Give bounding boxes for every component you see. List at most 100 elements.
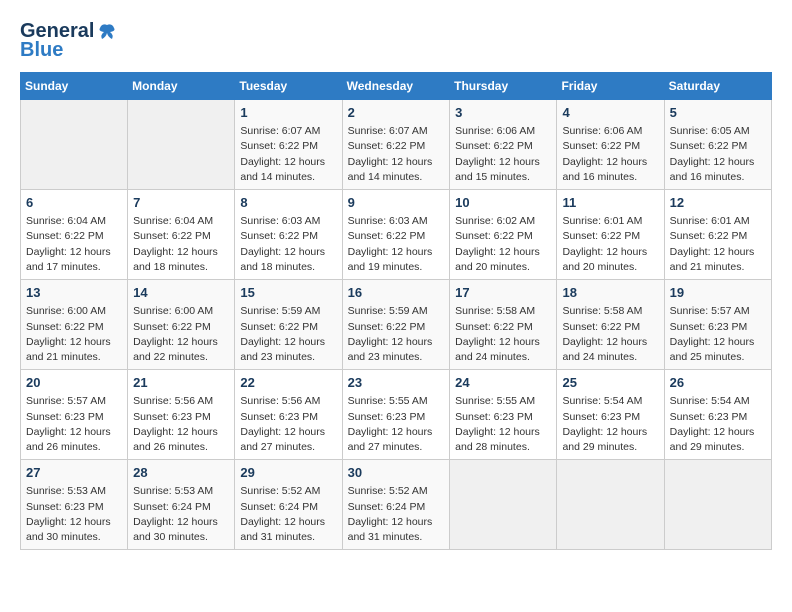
calendar-cell: 24Sunrise: 5:55 AM Sunset: 6:23 PM Dayli… — [450, 370, 557, 460]
day-detail: Sunrise: 5:58 AM Sunset: 6:22 PM Dayligh… — [455, 304, 551, 365]
day-number: 2 — [348, 104, 445, 122]
day-number: 5 — [670, 104, 766, 122]
day-number: 1 — [240, 104, 336, 122]
calendar-cell: 6Sunrise: 6:04 AM Sunset: 6:22 PM Daylig… — [21, 190, 128, 280]
day-of-week-header: Wednesday — [342, 73, 450, 100]
calendar-cell: 5 Sunrise: 6:05 AM Sunset: 6:22 PM Daylig… — [664, 100, 771, 190]
day-detail: Sunrise: 5:52 AM Sunset: 6:24 PM Dayligh… — [240, 484, 336, 545]
day-detail: Sunrise: 6:01 AM Sunset: 6:22 PM Dayligh… — [562, 214, 658, 275]
day-of-week-header: Friday — [557, 73, 664, 100]
day-detail: Sunrise: 6:00 AM Sunset: 6:22 PM Dayligh… — [133, 304, 229, 365]
day-of-week-header: Monday — [128, 73, 235, 100]
day-number: 19 — [670, 284, 766, 302]
calendar-week-row: 13 Sunrise: 6:00 AM Sunset: 6:22 PM Dayli… — [21, 280, 772, 370]
day-number: 20 — [26, 374, 122, 392]
calendar-cell: 15Sunrise: 5:59 AM Sunset: 6:22 PM Dayli… — [235, 280, 342, 370]
calendar-cell: 30 Sunrise: 5:52 AM Sunset: 6:24 PM Dayli… — [342, 460, 450, 550]
day-number: 17 — [455, 284, 551, 302]
day-detail: Sunrise: 6:07 AM Sunset: 6:22 PM Dayligh… — [240, 124, 336, 185]
logo-blue-text: Blue — [20, 39, 63, 62]
day-detail: Sunrise: 5:56 AM Sunset: 6:23 PM Dayligh… — [240, 394, 336, 455]
day-number: 24 — [455, 374, 551, 392]
day-detail: Sunrise: 6:04 AM Sunset: 6:22 PM Dayligh… — [133, 214, 229, 275]
calendar-week-row: 6 Sunrise: 6:04 AM Sunset: 6:22 PM Daylig… — [21, 190, 772, 280]
day-number: 11 — [562, 194, 658, 212]
day-detail: Sunrise: 5:59 AM Sunset: 6:22 PM Dayligh… — [240, 304, 336, 365]
day-detail: Sunrise: 6:00 AM Sunset: 6:22 PM Dayligh… — [26, 304, 122, 365]
calendar-cell: 29 Sunrise: 5:52 AM Sunset: 6:24 PM Dayli… — [235, 460, 342, 550]
day-of-week-header: Saturday — [664, 73, 771, 100]
day-detail: Sunrise: 5:57 AM Sunset: 6:23 PM Dayligh… — [26, 394, 122, 455]
calendar-cell: 2 Sunrise: 6:07 AM Sunset: 6:22 PM Daylig… — [342, 100, 450, 190]
calendar-cell: 8 Sunrise: 6:03 AM Sunset: 6:22 PM Daylig… — [235, 190, 342, 280]
day-number: 12 — [670, 194, 766, 212]
day-number: 27 — [26, 464, 122, 482]
day-detail: Sunrise: 5:57 AM Sunset: 6:23 PM Dayligh… — [670, 304, 766, 365]
calendar-week-row: 1 Sunrise: 6:07 AM Sunset: 6:22 PM Daylig… — [21, 100, 772, 190]
calendar-cell: 7Sunrise: 6:04 AM Sunset: 6:22 PM Daylig… — [128, 190, 235, 280]
logo: General Blue — [20, 20, 118, 62]
calendar-cell: 25Sunrise: 5:54 AM Sunset: 6:23 PM Dayli… — [557, 370, 664, 460]
day-detail: Sunrise: 5:53 AM Sunset: 6:24 PM Dayligh… — [133, 484, 229, 545]
calendar-cell: 17 Sunrise: 5:58 AM Sunset: 6:22 PM Dayli… — [450, 280, 557, 370]
calendar-cell: 20 Sunrise: 5:57 AM Sunset: 6:23 PM Dayli… — [21, 370, 128, 460]
calendar-cell — [21, 100, 128, 190]
calendar-cell: 12 Sunrise: 6:01 AM Sunset: 6:22 PM Dayli… — [664, 190, 771, 280]
day-number: 29 — [240, 464, 336, 482]
day-detail: Sunrise: 5:56 AM Sunset: 6:23 PM Dayligh… — [133, 394, 229, 455]
day-detail: Sunrise: 5:52 AM Sunset: 6:24 PM Dayligh… — [348, 484, 445, 545]
day-of-week-header: Tuesday — [235, 73, 342, 100]
calendar-cell: 27 Sunrise: 5:53 AM Sunset: 6:23 PM Dayli… — [21, 460, 128, 550]
calendar-cell: 10 Sunrise: 6:02 AM Sunset: 6:22 PM Dayli… — [450, 190, 557, 280]
calendar-week-row: 27 Sunrise: 5:53 AM Sunset: 6:23 PM Dayli… — [21, 460, 772, 550]
calendar-cell — [664, 460, 771, 550]
day-number: 10 — [455, 194, 551, 212]
calendar-cell: 16Sunrise: 5:59 AM Sunset: 6:22 PM Dayli… — [342, 280, 450, 370]
calendar-cell: 21 Sunrise: 5:56 AM Sunset: 6:23 PM Dayli… — [128, 370, 235, 460]
day-number: 30 — [348, 464, 445, 482]
day-number: 23 — [348, 374, 445, 392]
day-number: 21 — [133, 374, 229, 392]
day-number: 6 — [26, 194, 122, 212]
day-number: 3 — [455, 104, 551, 122]
day-detail: Sunrise: 6:01 AM Sunset: 6:22 PM Dayligh… — [670, 214, 766, 275]
calendar-cell: 11 Sunrise: 6:01 AM Sunset: 6:22 PM Dayli… — [557, 190, 664, 280]
day-number: 16 — [348, 284, 445, 302]
day-detail: Sunrise: 6:06 AM Sunset: 6:22 PM Dayligh… — [562, 124, 658, 185]
day-detail: Sunrise: 6:06 AM Sunset: 6:22 PM Dayligh… — [455, 124, 551, 185]
calendar-cell: 22 Sunrise: 5:56 AM Sunset: 6:23 PM Dayli… — [235, 370, 342, 460]
day-detail: Sunrise: 6:05 AM Sunset: 6:22 PM Dayligh… — [670, 124, 766, 185]
day-detail: Sunrise: 6:02 AM Sunset: 6:22 PM Dayligh… — [455, 214, 551, 275]
calendar-cell: 18Sunrise: 5:58 AM Sunset: 6:22 PM Dayli… — [557, 280, 664, 370]
calendar-cell: 4 Sunrise: 6:06 AM Sunset: 6:22 PM Daylig… — [557, 100, 664, 190]
day-number: 9 — [348, 194, 445, 212]
day-number: 22 — [240, 374, 336, 392]
calendar-cell: 9 Sunrise: 6:03 AM Sunset: 6:22 PM Daylig… — [342, 190, 450, 280]
calendar-cell: 1 Sunrise: 6:07 AM Sunset: 6:22 PM Daylig… — [235, 100, 342, 190]
day-detail: Sunrise: 5:53 AM Sunset: 6:23 PM Dayligh… — [26, 484, 122, 545]
day-of-week-header: Sunday — [21, 73, 128, 100]
day-number: 8 — [240, 194, 336, 212]
calendar-cell — [557, 460, 664, 550]
calendar-cell: 19 Sunrise: 5:57 AM Sunset: 6:23 PM Dayli… — [664, 280, 771, 370]
calendar-cell: 26Sunrise: 5:54 AM Sunset: 6:23 PM Dayli… — [664, 370, 771, 460]
day-number: 25 — [562, 374, 658, 392]
day-number: 13 — [26, 284, 122, 302]
day-detail: Sunrise: 6:07 AM Sunset: 6:22 PM Dayligh… — [348, 124, 445, 185]
calendar-table: SundayMondayTuesdayWednesdayThursdayFrid… — [20, 72, 772, 550]
calendar-cell — [450, 460, 557, 550]
day-number: 18 — [562, 284, 658, 302]
day-detail: Sunrise: 5:55 AM Sunset: 6:23 PM Dayligh… — [348, 394, 445, 455]
day-detail: Sunrise: 6:03 AM Sunset: 6:22 PM Dayligh… — [240, 214, 336, 275]
calendar-header-row: SundayMondayTuesdayWednesdayThursdayFrid… — [21, 73, 772, 100]
day-detail: Sunrise: 6:03 AM Sunset: 6:22 PM Dayligh… — [348, 214, 445, 275]
day-number: 14 — [133, 284, 229, 302]
logo-bird-icon — [96, 21, 118, 43]
calendar-week-row: 20 Sunrise: 5:57 AM Sunset: 6:23 PM Dayli… — [21, 370, 772, 460]
day-number: 28 — [133, 464, 229, 482]
calendar-cell: 14 Sunrise: 6:00 AM Sunset: 6:22 PM Dayli… — [128, 280, 235, 370]
calendar-cell — [128, 100, 235, 190]
page-header: General Blue — [20, 20, 772, 62]
calendar-cell: 13 Sunrise: 6:00 AM Sunset: 6:22 PM Dayli… — [21, 280, 128, 370]
day-number: 4 — [562, 104, 658, 122]
